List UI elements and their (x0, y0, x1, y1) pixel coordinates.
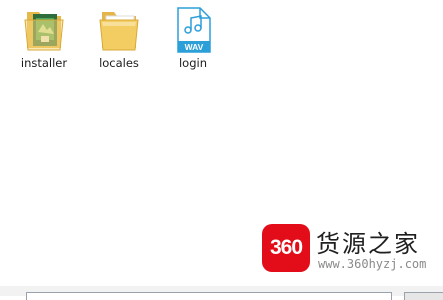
watermark: 360 货源之家 www.360hyzj.com (260, 222, 440, 274)
file-item-login[interactable]: WAV login (161, 2, 225, 76)
watermark-url: www.360hyzj.com (318, 257, 427, 271)
file-list-view: installer locales WAV login 360 货源之家 www… (0, 0, 443, 300)
file-name-input[interactable] (26, 292, 392, 300)
wav-audio-file-icon: WAV (170, 6, 216, 54)
file-name: installer (20, 56, 68, 70)
wav-badge: WAV (185, 42, 204, 52)
file-name: login (178, 56, 207, 70)
file-name: locales (99, 56, 139, 70)
folder-with-document-icon (21, 6, 67, 54)
dialog-button[interactable] (404, 292, 443, 300)
file-item-installer[interactable]: installer (12, 2, 76, 76)
folder-icon (96, 6, 142, 54)
watermark-logo: 360 (262, 224, 310, 272)
file-item-locales[interactable]: locales (87, 2, 151, 76)
watermark-site-name: 货源之家 (316, 230, 420, 258)
